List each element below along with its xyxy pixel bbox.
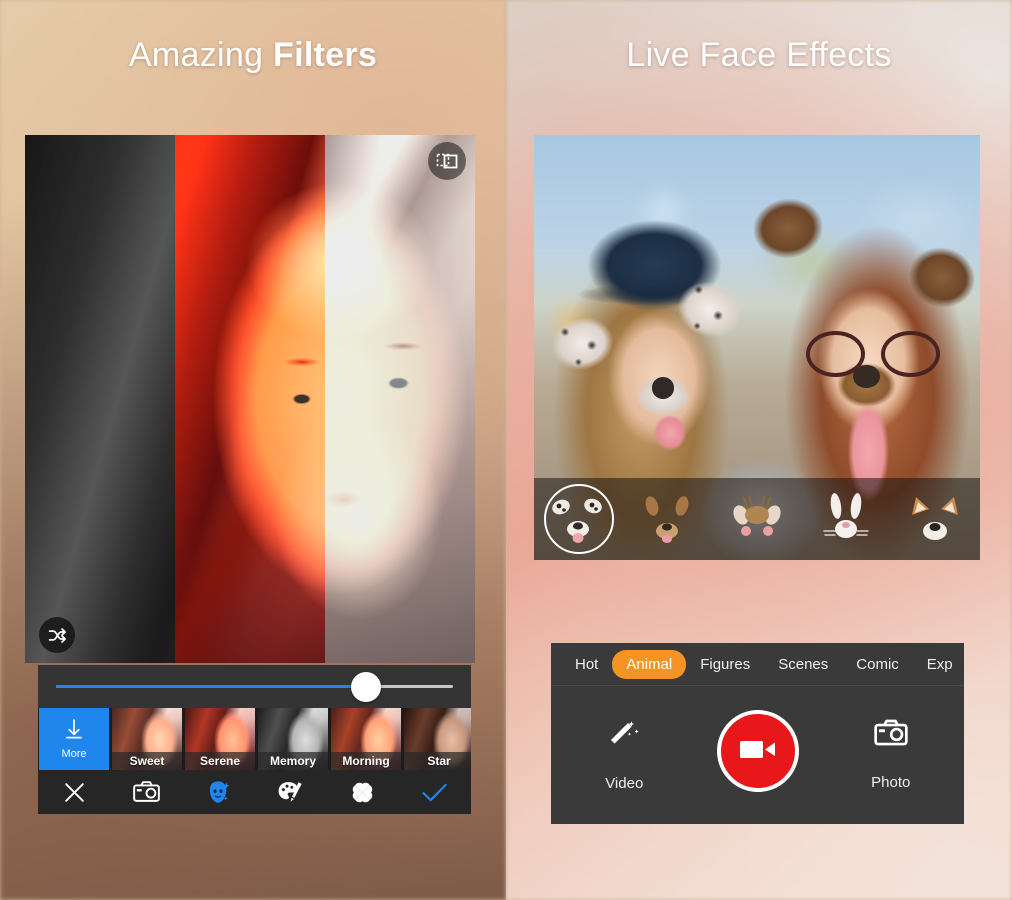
right-panel-title: Live Face Effects	[626, 36, 892, 74]
sticker-dog[interactable]	[623, 478, 712, 560]
photo-mode-button[interactable]: Photo	[818, 719, 965, 791]
panel-amazing-filters: Amazing Filters More Sweet Serene Memory…	[0, 0, 506, 900]
filter-thumb-label: Memory	[258, 752, 328, 770]
magic-wand-icon	[607, 718, 641, 753]
sticker-carousel[interactable]	[534, 478, 980, 560]
filter-thumb-label: Serene	[185, 752, 255, 770]
filter-thumb-label: Morning	[331, 752, 401, 770]
slider-fill	[56, 685, 366, 688]
tab-comic[interactable]: Comic	[842, 650, 913, 679]
screenshot-stage: Amazing Filters More Sweet Serene Memory…	[0, 0, 1012, 900]
sticker-deer[interactable]	[712, 478, 801, 560]
left-editor	[25, 135, 475, 663]
photo-mode-label: Photo	[871, 774, 911, 791]
tab-animal[interactable]: Animal	[612, 649, 687, 679]
beauty-face-icon[interactable]	[195, 770, 241, 814]
record-button-wrapper	[698, 710, 818, 792]
compare-split-icon[interactable]	[428, 142, 466, 180]
filter-thumb-sweet[interactable]: Sweet	[112, 708, 182, 770]
filter-pane-bw[interactable]	[25, 135, 176, 663]
effects-category-tabs[interactable]: Hot Animal Figures Scenes Comic Exp	[551, 643, 964, 686]
sticker-dalmatian[interactable]	[534, 478, 623, 560]
filter-thumb-memory[interactable]: Memory	[258, 708, 328, 770]
filter-thumb-serene[interactable]: Serene	[185, 708, 255, 770]
title-prefix: Amazing	[128, 36, 273, 74]
filter-thumb-label: Star	[404, 752, 471, 770]
filter-pane-warm[interactable]	[175, 135, 325, 663]
left-panel-title: Amazing Filters	[0, 36, 506, 75]
capture-controls: Video Photo	[551, 686, 964, 824]
glasses-decoration	[806, 330, 940, 378]
live-effects-photo[interactable]	[534, 135, 980, 560]
effects-icon[interactable]	[340, 770, 386, 814]
video-mode-label: Video	[605, 775, 644, 792]
sticker-bunny[interactable]	[802, 478, 891, 560]
filter-preview-photo[interactable]	[25, 135, 475, 663]
filter-pane-bright[interactable]	[325, 135, 475, 663]
check-icon[interactable]	[412, 770, 458, 814]
title-bold: Filters	[273, 36, 378, 74]
left-bottom-toolbar	[38, 770, 471, 814]
filter-thumb-morning[interactable]: Morning	[331, 708, 401, 770]
filter-thumbnail-strip[interactable]: More Sweet Serene Memory Morning Star	[38, 708, 471, 770]
filter-more-label: More	[61, 748, 87, 760]
video-mode-button[interactable]: Video	[551, 718, 698, 792]
right-control-panel: Hot Animal Figures Scenes Comic Exp Vide…	[551, 643, 964, 824]
slider-track[interactable]	[56, 671, 453, 702]
record-button[interactable]	[716, 710, 799, 792]
filter-more-button[interactable]: More	[39, 708, 109, 770]
video-camera-icon	[738, 736, 778, 767]
right-camera-view	[534, 135, 980, 560]
sticker-fox[interactable]	[891, 478, 980, 560]
palette-brush-icon[interactable]	[268, 770, 314, 814]
tab-hot[interactable]: Hot	[561, 650, 612, 679]
tab-scenes[interactable]: Scenes	[764, 650, 842, 679]
shuffle-icon[interactable]	[39, 617, 75, 653]
tab-expression[interactable]: Exp	[913, 650, 964, 679]
camera-icon[interactable]	[123, 770, 169, 814]
filter-thumb-label: Sweet	[112, 752, 182, 770]
filter-intensity-slider[interactable]	[38, 665, 471, 708]
tab-figures[interactable]: Figures	[686, 650, 764, 679]
download-arrow-icon	[64, 718, 84, 745]
close-icon[interactable]	[51, 770, 97, 814]
camera-icon	[874, 719, 908, 752]
left-control-panel: More Sweet Serene Memory Morning Star	[38, 665, 471, 814]
slider-thumb[interactable]	[350, 671, 381, 702]
filter-thumb-star[interactable]: Star	[404, 708, 471, 770]
